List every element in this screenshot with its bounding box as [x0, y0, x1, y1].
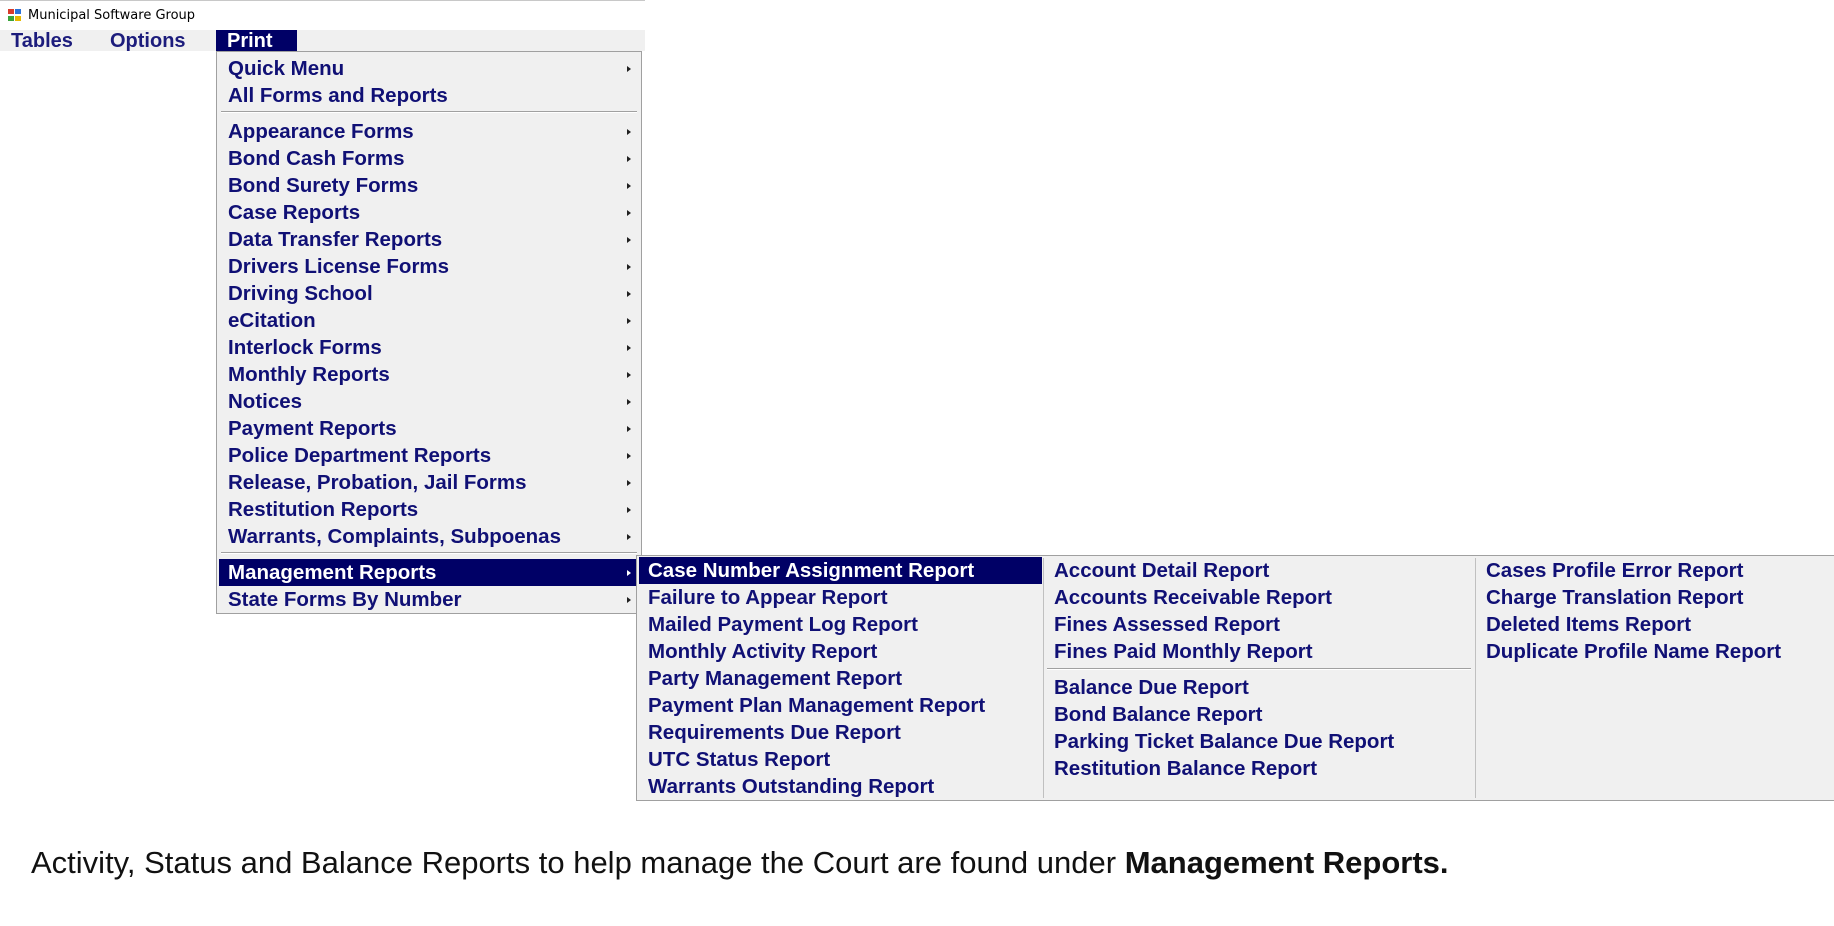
app-icon: [8, 9, 22, 22]
submenu-arrow-icon: [627, 426, 631, 432]
menu-item-label: Warrants, Complaints, Subpoenas: [228, 525, 561, 548]
submenu-item-mailed-payment-log-report[interactable]: Mailed Payment Log Report: [639, 611, 1042, 638]
window-title: Municipal Software Group: [28, 8, 196, 23]
submenu-item-fines-paid-monthly-report[interactable]: Fines Paid Monthly Report: [1045, 638, 1473, 665]
menu-item-police-department-reports[interactable]: Police Department Reports: [219, 442, 639, 469]
menu-separator: [1047, 668, 1471, 670]
submenu-arrow-icon: [627, 237, 631, 243]
menu-item-drivers-license-forms[interactable]: Drivers License Forms: [219, 253, 639, 280]
menu-tables[interactable]: Tables: [0, 30, 84, 52]
submenu-arrow-icon: [627, 507, 631, 513]
submenu-item-failure-to-appear-report[interactable]: Failure to Appear Report: [639, 584, 1042, 611]
menu-item-case-reports[interactable]: Case Reports: [219, 199, 639, 226]
submenu-arrow-icon: [627, 183, 631, 189]
submenu-item-monthly-activity-report[interactable]: Monthly Activity Report: [639, 638, 1042, 665]
submenu-arrow-icon: [627, 66, 631, 72]
menu-item-monthly-reports[interactable]: Monthly Reports: [219, 361, 639, 388]
menu-item-label: Notices: [228, 390, 303, 413]
submenu-arrow-icon: [627, 291, 631, 297]
submenu-item-requirements-due-report[interactable]: Requirements Due Report: [639, 719, 1042, 746]
submenu-item-cases-profile-error-report[interactable]: Cases Profile Error Report: [1477, 557, 1833, 584]
management-reports-submenu: Case Number Assignment Report Failure to…: [636, 555, 1834, 801]
submenu-item-duplicate-profile-name-report[interactable]: Duplicate Profile Name Report: [1477, 638, 1833, 665]
menu-item-label: State Forms By Number: [228, 588, 462, 611]
title-bar: Municipal Software Group: [0, 0, 645, 31]
submenu-arrow-icon: [627, 318, 631, 324]
menu-item-label: eCitation: [228, 309, 316, 332]
submenu-item-deleted-items-report[interactable]: Deleted Items Report: [1477, 611, 1833, 638]
menu-item-bond-cash-forms[interactable]: Bond Cash Forms: [219, 145, 639, 172]
menu-item-quick-menu[interactable]: Quick Menu: [219, 55, 639, 82]
submenu-item-party-management-report[interactable]: Party Management Report: [639, 665, 1042, 692]
menu-item-label: Drivers License Forms: [228, 255, 450, 278]
menu-separator: [221, 111, 637, 113]
submenu-arrow-icon: [627, 345, 631, 351]
menu-item-label: Appearance Forms: [228, 120, 414, 143]
submenu-arrow-icon: [627, 570, 631, 576]
submenu-item-account-detail-report[interactable]: Account Detail Report: [1045, 557, 1473, 584]
submenu-item-restitution-balance-report[interactable]: Restitution Balance Report: [1045, 755, 1473, 782]
submenu-arrow-icon: [627, 156, 631, 162]
menu-item-label: Police Department Reports: [228, 444, 492, 467]
menu-item-state-forms-by-number[interactable]: State Forms By Number: [219, 586, 639, 613]
submenu-item-parking-ticket-balance-due-report[interactable]: Parking Ticket Balance Due Report: [1045, 728, 1473, 755]
caption-bold: Management Reports.: [1124, 845, 1449, 880]
menu-item-bond-surety-forms[interactable]: Bond Surety Forms: [219, 172, 639, 199]
menu-item-all-forms-and-reports[interactable]: All Forms and Reports: [219, 82, 639, 109]
menu-item-notices[interactable]: Notices: [219, 388, 639, 415]
menu-item-driving-school[interactable]: Driving School: [219, 280, 639, 307]
submenu-item-charge-translation-report[interactable]: Charge Translation Report: [1477, 584, 1833, 611]
menu-item-restitution-reports[interactable]: Restitution Reports: [219, 496, 639, 523]
column-separator: [1475, 558, 1476, 798]
menu-item-release-probation-jail-forms[interactable]: Release, Probation, Jail Forms: [219, 469, 639, 496]
caption: Activity, Status and Balance Reports to …: [31, 845, 1449, 881]
menu-item-ecitation[interactable]: eCitation: [219, 307, 639, 334]
menu-item-label: Driving School: [228, 282, 373, 305]
submenu-arrow-icon: [627, 480, 631, 486]
submenu-arrow-icon: [627, 264, 631, 270]
submenu-item-warrants-outstanding-report[interactable]: Warrants Outstanding Report: [639, 773, 1042, 800]
menu-options[interactable]: Options: [99, 30, 197, 52]
menu-item-label: Management Reports: [228, 561, 437, 584]
menu-bar: Tables Options Print: [0, 30, 645, 52]
submenu-item-accounts-receivable-report[interactable]: Accounts Receivable Report: [1045, 584, 1473, 611]
menu-item-management-reports[interactable]: Management Reports: [219, 559, 639, 586]
menu-item-label: Data Transfer Reports: [228, 228, 443, 251]
menu-item-warrants-complaints-subpoenas[interactable]: Warrants, Complaints, Subpoenas: [219, 523, 639, 550]
menu-item-label: Interlock Forms: [228, 336, 382, 359]
submenu-arrow-icon: [627, 399, 631, 405]
submenu-item-payment-plan-management-report[interactable]: Payment Plan Management Report: [639, 692, 1042, 719]
menu-item-label: Bond Cash Forms: [228, 147, 405, 170]
submenu-arrow-icon: [627, 372, 631, 378]
caption-text: Activity, Status and Balance Reports to …: [31, 845, 1125, 880]
submenu-item-balance-due-report[interactable]: Balance Due Report: [1045, 674, 1473, 701]
menu-item-data-transfer-reports[interactable]: Data Transfer Reports: [219, 226, 639, 253]
submenu-arrow-icon: [627, 129, 631, 135]
menu-item-label: Case Reports: [228, 201, 361, 224]
column-separator: [1043, 558, 1044, 798]
submenu-arrow-icon: [627, 210, 631, 216]
menu-print[interactable]: Print: [216, 30, 297, 52]
menu-item-label: Bond Surety Forms: [228, 174, 419, 197]
submenu-item-utc-status-report[interactable]: UTC Status Report: [639, 746, 1042, 773]
menu-item-label: Monthly Reports: [228, 363, 390, 386]
menu-item-payment-reports[interactable]: Payment Reports: [219, 415, 639, 442]
menu-item-label: Restitution Reports: [228, 498, 419, 521]
menu-separator: [221, 552, 637, 554]
submenu-item-fines-assessed-report[interactable]: Fines Assessed Report: [1045, 611, 1473, 638]
menu-item-interlock-forms[interactable]: Interlock Forms: [219, 334, 639, 361]
submenu-arrow-icon: [627, 597, 631, 603]
menu-item-label: Release, Probation, Jail Forms: [228, 471, 527, 494]
submenu-arrow-icon: [627, 534, 631, 540]
menu-item-label: All Forms and Reports: [228, 84, 448, 107]
submenu-item-case-number-assignment-report[interactable]: Case Number Assignment Report: [639, 557, 1042, 584]
print-menu: Quick Menu All Forms and Reports Appeara…: [216, 51, 642, 614]
submenu-arrow-icon: [627, 453, 631, 459]
submenu-item-bond-balance-report[interactable]: Bond Balance Report: [1045, 701, 1473, 728]
menu-item-label: Payment Reports: [228, 417, 397, 440]
menu-item-label: Quick Menu: [228, 57, 345, 80]
menu-item-appearance-forms[interactable]: Appearance Forms: [219, 118, 639, 145]
